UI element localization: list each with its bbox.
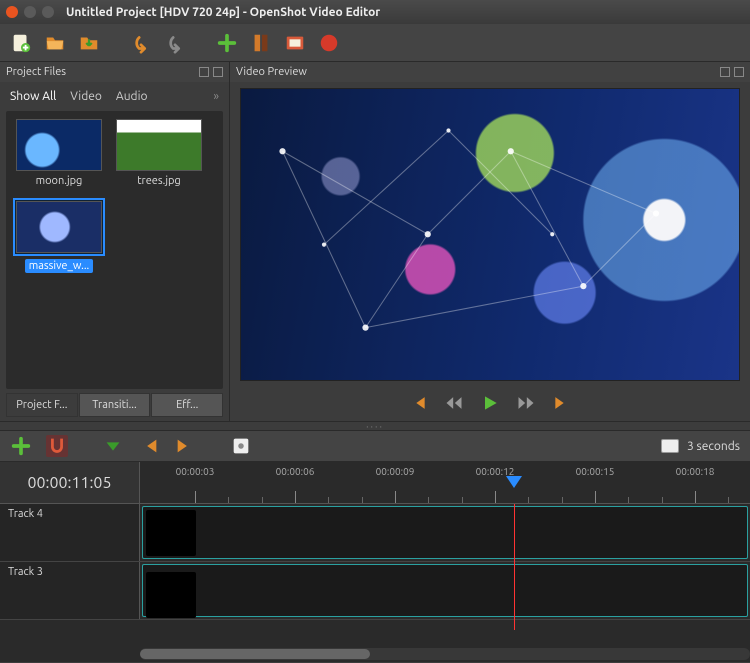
- video-preview[interactable]: [240, 88, 740, 381]
- timeline-clip[interactable]: [146, 510, 196, 556]
- filter-video[interactable]: Video: [70, 90, 102, 103]
- undo-icon[interactable]: [130, 32, 152, 54]
- project-files-header: Project Files: [0, 62, 229, 82]
- files-grid: moon.jpg trees.jpg massive_w...: [6, 111, 223, 389]
- track-row[interactable]: Track 3: [0, 562, 750, 620]
- ruler-label: 00:00:18: [676, 466, 715, 477]
- tab-effects[interactable]: Eff...: [151, 393, 223, 417]
- window-close-button[interactable]: [6, 6, 18, 18]
- dock-controls[interactable]: [720, 67, 744, 77]
- file-thumbnail: [16, 201, 102, 253]
- filter-more-icon[interactable]: »: [213, 90, 219, 103]
- ruler[interactable]: 00:00:0300:00:0600:00:0900:00:1200:00:15…: [140, 462, 750, 503]
- window-minimize-button[interactable]: [24, 6, 36, 18]
- file-item[interactable]: trees.jpg: [114, 119, 204, 188]
- window-maximize-button[interactable]: [42, 6, 54, 18]
- prev-marker-icon[interactable]: [138, 435, 160, 457]
- next-marker-icon[interactable]: [174, 435, 196, 457]
- track-row[interactable]: Track 4: [0, 504, 750, 562]
- tab-transitions[interactable]: Transiti...: [79, 393, 151, 417]
- window-title: Untitled Project [HDV 720 24p] - OpenSho…: [66, 6, 380, 19]
- panel-splitter[interactable]: ····: [0, 422, 750, 430]
- filter-show-all[interactable]: Show All: [10, 90, 56, 103]
- left-panel-tabs: Project F... Transiti... Eff...: [0, 393, 229, 421]
- tracks-area: Track 4 Track 3: [0, 504, 750, 646]
- rewind-button[interactable]: [444, 393, 464, 413]
- file-thumbnail: [116, 119, 202, 171]
- timeline-toolbar: 3 seconds: [0, 430, 750, 462]
- timeline-clip[interactable]: [146, 572, 196, 618]
- timeline: 00:00:11:05 00:00:03 00:00:06 00:00:09 00:0…: [0, 462, 750, 662]
- fast-forward-button[interactable]: [516, 393, 536, 413]
- redo-icon[interactable]: [164, 32, 186, 54]
- ruler-label: 00:00:15: [576, 466, 615, 477]
- file-filter-tabs: Show All Video Audio »: [0, 82, 229, 111]
- project-files-panel: Project Files Show All Video Audio » moo…: [0, 62, 230, 421]
- scrollbar-track[interactable]: [140, 648, 750, 660]
- transport-controls: [230, 385, 750, 421]
- scrollbar-thumb[interactable]: [140, 649, 370, 659]
- preview-title: Video Preview: [236, 66, 307, 78]
- file-label: moon.jpg: [32, 174, 87, 188]
- file-thumbnail: [16, 119, 102, 171]
- file-item[interactable]: moon.jpg: [14, 119, 104, 188]
- preview-panel: Video Preview: [230, 62, 750, 421]
- new-project-icon[interactable]: [10, 32, 32, 54]
- main-toolbar: [0, 24, 750, 62]
- file-label: trees.jpg: [133, 174, 185, 188]
- track-name: Track 4: [8, 508, 43, 520]
- play-button[interactable]: [480, 393, 500, 413]
- ruler-label: 00:00:06: [276, 466, 315, 477]
- choose-profile-icon[interactable]: [250, 32, 272, 54]
- marker-dropdown-icon[interactable]: [102, 435, 124, 457]
- file-label: massive_w...: [25, 259, 94, 273]
- import-files-icon[interactable]: [216, 32, 238, 54]
- snap-icon[interactable]: [46, 435, 68, 457]
- playhead-line: [514, 504, 515, 630]
- filter-audio[interactable]: Audio: [116, 90, 148, 103]
- jump-start-button[interactable]: [408, 393, 428, 413]
- playhead-time: 00:00:11:05: [0, 462, 140, 503]
- zoom-label: 3 seconds: [687, 440, 740, 453]
- project-files-title: Project Files: [6, 66, 66, 78]
- ruler-label: 00:00:03: [176, 466, 215, 477]
- keyboard-icon[interactable]: [661, 439, 679, 453]
- timeline-scrollbar: [0, 646, 750, 662]
- file-item-selected[interactable]: massive_w...: [14, 198, 104, 273]
- dock-controls[interactable]: [199, 67, 223, 77]
- track-name: Track 3: [8, 566, 43, 578]
- save-project-icon[interactable]: [78, 32, 100, 54]
- ruler-label: 00:00:09: [376, 466, 415, 477]
- add-track-icon[interactable]: [10, 435, 32, 457]
- preview-header: Video Preview: [230, 62, 750, 82]
- playhead-marker[interactable]: [506, 476, 522, 488]
- export-video-icon[interactable]: [318, 32, 340, 54]
- jump-end-button[interactable]: [552, 393, 572, 413]
- titlebar: Untitled Project [HDV 720 24p] - OpenSho…: [0, 0, 750, 24]
- preview-overlay: [241, 89, 739, 380]
- fullscreen-icon[interactable]: [284, 32, 306, 54]
- tab-project-files[interactable]: Project F...: [6, 393, 78, 417]
- open-project-icon[interactable]: [44, 32, 66, 54]
- center-playhead-icon[interactable]: [230, 435, 252, 457]
